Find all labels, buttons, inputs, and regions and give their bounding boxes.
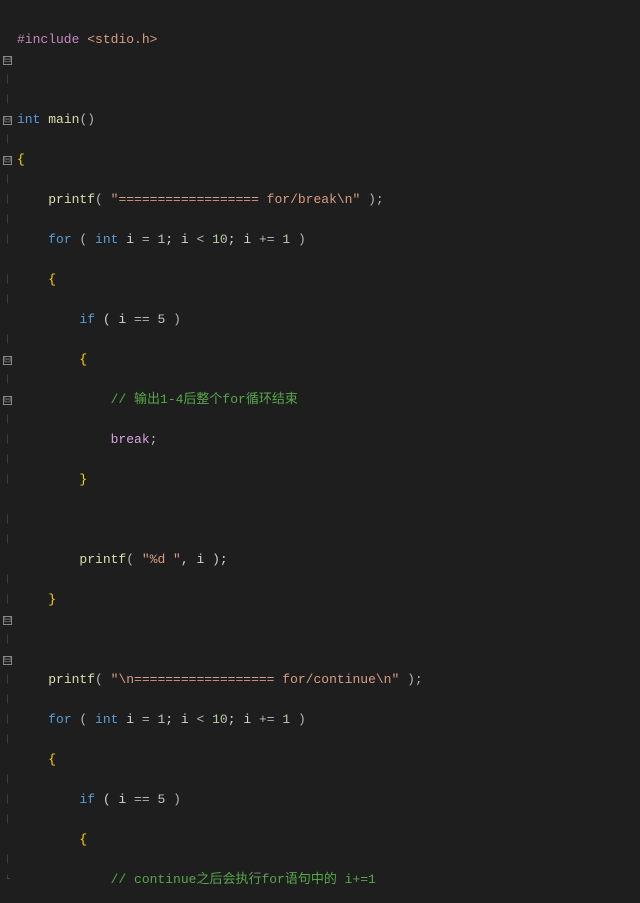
code-line: for ( int i = 1; i < 10; i += 1 ) — [17, 710, 640, 730]
code-line: break; — [17, 430, 640, 450]
code-line: { — [17, 150, 640, 170]
code-line: { — [17, 750, 640, 770]
fold-icon[interactable]: ⊟ — [3, 616, 12, 625]
code-line: printf( "================== for/break\n"… — [17, 190, 640, 210]
code-line: if ( i == 5 ) — [17, 310, 640, 330]
fold-icon[interactable]: ⊟ — [3, 356, 12, 365]
code-line — [17, 70, 640, 90]
fold-icon[interactable]: ⊟ — [3, 396, 12, 405]
code-line: int main() — [17, 110, 640, 130]
code-editor: ⊟ │ │ ⊟ │ ⊟ │ │ │ │ │ │ │ ⊟ │ ⊟ │ │ │ │ … — [0, 0, 640, 903]
code-line: // continue之后会执行for语句中的 i+=1 — [17, 870, 640, 890]
code-line: } — [17, 470, 640, 490]
code-line — [17, 630, 640, 650]
code-line: if ( i == 5 ) — [17, 790, 640, 810]
code-line: { — [17, 350, 640, 370]
fold-icon[interactable]: ⊟ — [3, 56, 12, 65]
fold-icon[interactable]: ⊟ — [3, 116, 12, 125]
code-line: { — [17, 270, 640, 290]
code-line: for ( int i = 1; i < 10; i += 1 ) — [17, 230, 640, 250]
code-line — [17, 510, 640, 530]
code-line: // 输出1-4后整个for循环结束 — [17, 390, 640, 410]
fold-icon[interactable]: ⊟ — [3, 656, 12, 665]
code-area[interactable]: #include <stdio.h> int main() { printf( … — [15, 10, 640, 903]
fold-gutter: ⊟ │ │ ⊟ │ ⊟ │ │ │ │ │ │ │ ⊟ │ ⊟ │ │ │ │ … — [0, 10, 15, 903]
code-line: printf( "%d ", i ); — [17, 550, 640, 570]
code-line: { — [17, 830, 640, 850]
fold-icon[interactable]: ⊟ — [3, 156, 12, 165]
code-line: } — [17, 590, 640, 610]
code-line: #include <stdio.h> — [17, 30, 640, 50]
code-line: printf( "\n================== for/contin… — [17, 670, 640, 690]
